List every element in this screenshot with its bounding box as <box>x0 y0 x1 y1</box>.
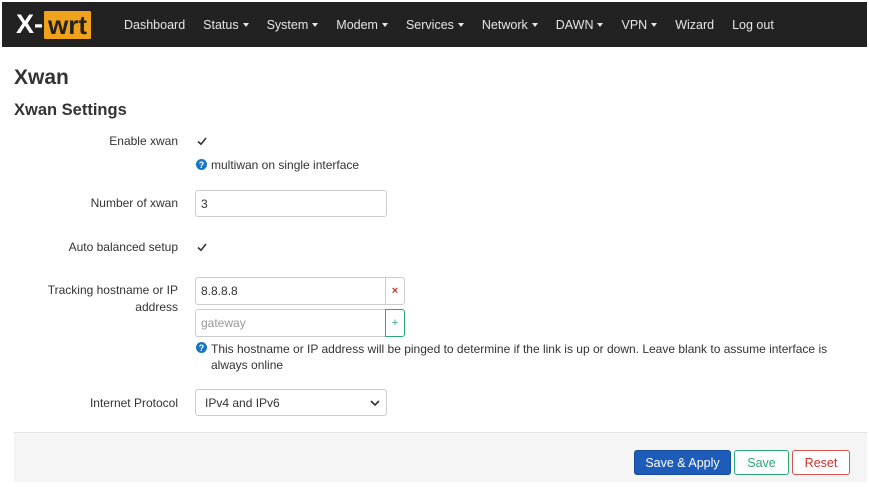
question-icon: ? <box>196 159 207 170</box>
close-icon: × <box>391 285 399 297</box>
form-actions: Save & Apply Save Reset <box>14 432 867 482</box>
menu-status[interactable]: Status <box>203 17 249 32</box>
add-host-button[interactable]: + <box>385 309 405 337</box>
number-of-xwan-input[interactable] <box>195 190 387 217</box>
internet-protocol-select[interactable]: IPv4 and IPv6 <box>195 389 387 416</box>
caret-down-icon <box>312 22 319 27</box>
remove-host-button[interactable]: × <box>385 277 405 305</box>
menu-status-label: Status <box>203 17 239 32</box>
menu-dashboard-label: Dashboard <box>124 17 186 32</box>
checkmark-icon <box>197 137 207 146</box>
menu-vpn-label: VPN <box>621 17 648 32</box>
brand-logo-prefix: X- <box>16 9 43 39</box>
menu-modem[interactable]: Modem <box>336 18 388 32</box>
auto-balanced-checkbox[interactable] <box>195 240 209 254</box>
brand-logo-wrt: wrt <box>44 10 91 39</box>
menu-wizard[interactable]: Wizard <box>675 18 714 32</box>
save-button[interactable]: Save <box>734 450 789 475</box>
enable-xwan-label: Enable xwan <box>109 134 178 148</box>
enable-xwan-checkbox[interactable] <box>195 134 209 148</box>
menu-vpn[interactable]: VPN <box>621 17 658 32</box>
auto-balanced-label: Auto balanced setup <box>68 240 178 254</box>
menu-dashboard[interactable]: Dashboard <box>124 18 185 32</box>
caret-down-icon <box>531 22 538 27</box>
tracking-host-input[interactable] <box>195 277 386 305</box>
reset-button[interactable]: Reset <box>792 450 850 475</box>
main-menu: Dashboard Status System Modem Services N… <box>124 18 792 32</box>
menu-services-label: Services <box>405 17 454 32</box>
internet-protocol-value: IPv4 and IPv6 <box>205 395 280 410</box>
tracking-help: ? This hostname or IP address will be pi… <box>196 341 860 373</box>
caret-down-icon <box>457 22 464 27</box>
tracking-help-text: This hostname or IP address will be ping… <box>211 342 828 372</box>
menu-dawn[interactable]: DAWN <box>556 18 604 32</box>
plus-icon: + <box>391 317 399 329</box>
menu-logout[interactable]: Log out <box>732 18 774 32</box>
enable-xwan-help: ? multiwan on single interface <box>196 158 359 172</box>
menu-services[interactable]: Services <box>406 18 464 32</box>
number-of-xwan-label: Number of xwan <box>90 196 178 210</box>
menu-wizard-label: Wizard <box>675 17 715 32</box>
menu-logout-label: Log out <box>732 17 774 32</box>
caret-down-icon <box>242 22 249 27</box>
menu-system[interactable]: System <box>267 18 319 32</box>
caret-down-icon <box>597 22 604 27</box>
checkmark-icon <box>197 243 207 252</box>
menu-system-label: System <box>266 17 309 32</box>
tracking-label: Tracking hostname or IP address <box>47 283 178 314</box>
menu-dawn-label: DAWN <box>555 17 594 32</box>
menu-network[interactable]: Network <box>482 18 538 32</box>
section-title: Xwan Settings <box>14 101 127 119</box>
save-apply-button[interactable]: Save & Apply <box>634 450 731 475</box>
page-title: Xwan <box>14 66 69 89</box>
enable-xwan-help-text: multiwan on single interface <box>211 158 360 172</box>
menu-network-label: Network <box>481 17 528 32</box>
question-icon: ? <box>196 342 207 353</box>
brand-logo[interactable]: X-wrt <box>2 2 114 47</box>
top-navbar: X-wrt Dashboard Status System Modem Serv… <box>2 2 867 47</box>
internet-protocol-label: Internet Protocol <box>89 396 178 410</box>
menu-modem-label: Modem <box>336 17 378 32</box>
caret-down-icon <box>651 22 658 27</box>
chevron-down-icon <box>370 400 380 407</box>
add-host-input[interactable] <box>195 309 386 337</box>
caret-down-icon <box>381 22 388 27</box>
